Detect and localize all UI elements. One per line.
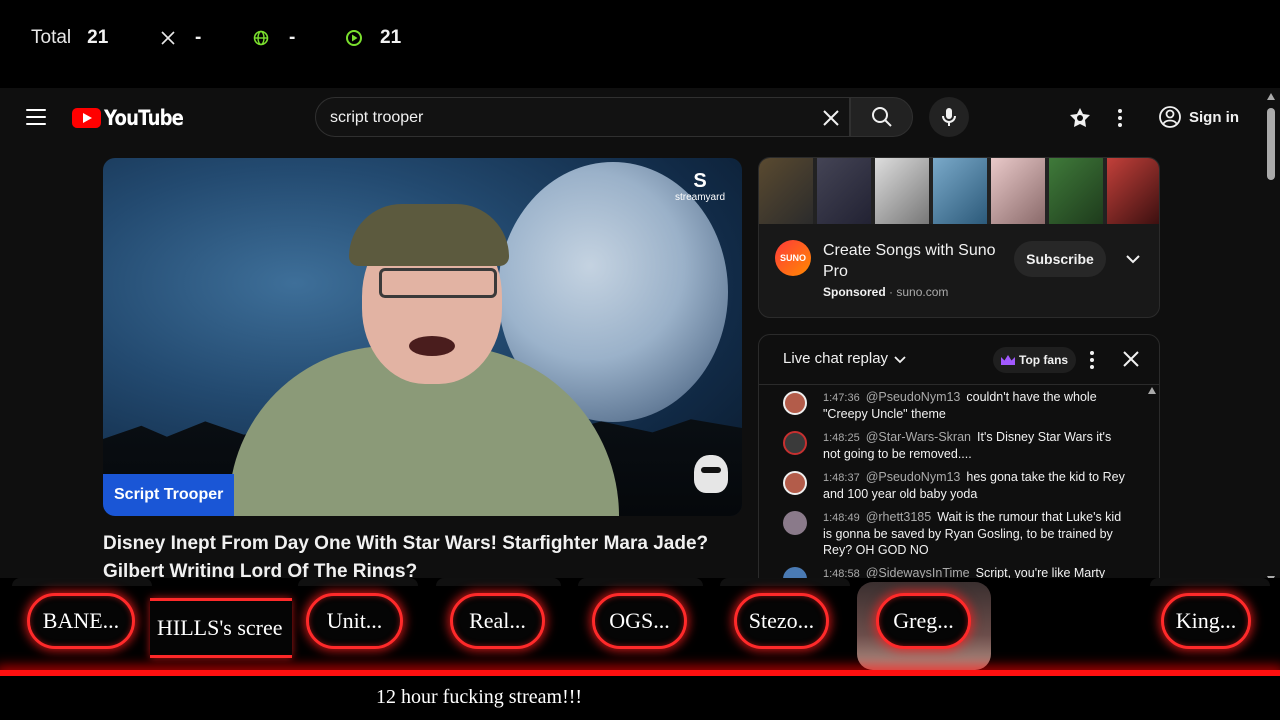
create-icon[interactable]	[1068, 106, 1092, 130]
guest-plate-real: Real...	[450, 593, 545, 649]
message-author[interactable]: @rhett3185	[866, 510, 932, 524]
total-value: 21	[87, 27, 109, 48]
message-time: 1:47:36	[823, 392, 860, 404]
live-chat-panel: Live chat replay Top fans 1:47:36 @Pseudo…	[758, 334, 1160, 588]
scroll-up-icon[interactable]	[1148, 387, 1156, 394]
chat-message[interactable]: 1:48:37 @PseudoNym13 hes gona take the kid…	[759, 469, 1149, 509]
message-author[interactable]: @Star-Wars-Skran	[866, 430, 971, 444]
suno-logo[interactable]: SUNO	[775, 240, 811, 276]
account-icon	[1159, 106, 1181, 128]
guest-plate-stezo: Stezo...	[734, 593, 829, 649]
streamer-figure	[229, 186, 619, 516]
scroll-up-icon[interactable]	[1267, 93, 1275, 100]
top-fans-badge[interactable]: Top fans	[993, 347, 1077, 373]
page-scrollbar[interactable]	[1262, 88, 1280, 588]
web-viewers: -	[253, 26, 295, 50]
sign-in-label: Sign in	[1189, 108, 1239, 126]
avatar[interactable]	[783, 391, 807, 415]
plate-tab	[720, 578, 850, 586]
viewer-stats-bar: Total 21 - - 21	[0, 0, 1280, 88]
guest-plates-strip: BANE... HILLS's scree Unit... Real... OG…	[0, 578, 1280, 676]
channel-name-badge: Script Trooper	[103, 474, 235, 516]
subscribe-button[interactable]: Subscribe	[1014, 241, 1106, 277]
stormtrooper-helmet-icon	[694, 455, 728, 493]
message-time: 1:48:25	[823, 432, 860, 444]
ad-domain: · suno.com	[889, 285, 949, 299]
plate-tab	[436, 578, 561, 586]
search-input[interactable]	[330, 107, 800, 129]
chevron-down-icon	[894, 355, 906, 363]
sponsored-ad-card[interactable]: SUNO Create Songs with Suno Pro Sponsore…	[758, 157, 1160, 318]
chat-message[interactable]: 1:48:49 @rhett3185 Wait is the rumour that…	[759, 509, 1149, 565]
video-player[interactable]: S streamyard Script Trooper	[103, 158, 742, 516]
chat-message[interactable]: 1:48:25 @Star-Wars-Skran It's Disney Star …	[759, 429, 1149, 469]
message-author[interactable]: @PseudoNym13	[866, 390, 961, 404]
search-icon	[872, 107, 892, 127]
menu-icon[interactable]	[26, 109, 46, 125]
stream-viewers: 21	[346, 26, 401, 50]
x-viewers: -	[161, 26, 201, 50]
search-box	[315, 97, 850, 137]
youtube-logo-text: YouTube	[104, 106, 184, 130]
crown-icon	[1001, 355, 1015, 365]
chat-menu-icon[interactable]	[1084, 349, 1100, 371]
guest-plate-king: King...	[1161, 593, 1251, 649]
youtube-page: YouTube Sign in	[0, 88, 1280, 588]
search-button[interactable]	[850, 97, 913, 137]
avatar[interactable]	[783, 511, 807, 535]
chat-message[interactable]: 1:47:36 @PseudoNym13 couldn't have the who…	[759, 389, 1149, 429]
total-label: Total	[31, 27, 72, 48]
web-value: -	[289, 27, 296, 48]
plate-tab	[12, 578, 152, 586]
avatar[interactable]	[783, 431, 807, 455]
play-value: 21	[380, 27, 402, 48]
play-icon	[346, 30, 362, 46]
chat-message-list: 1:47:36 @PseudoNym13 couldn't have the who…	[759, 389, 1149, 588]
message-time: 1:48:37	[823, 472, 860, 484]
guest-plate-unit: Unit...	[306, 593, 403, 649]
sign-in-button[interactable]: Sign in	[1158, 105, 1239, 129]
clear-search-icon[interactable]	[821, 108, 841, 128]
guest-plate-greg: Greg...	[876, 593, 971, 649]
close-icon[interactable]	[1122, 350, 1140, 368]
plate-tab	[1150, 578, 1270, 586]
microphone-icon	[942, 108, 956, 126]
settings-menu-icon[interactable]	[1110, 106, 1130, 130]
streamyard-logo-icon: S	[693, 170, 707, 192]
guest-plate-ogs: OGS...	[592, 593, 687, 649]
ad-meta: Sponsored · suno.com	[823, 285, 948, 299]
scroll-thumb[interactable]	[1267, 108, 1275, 180]
youtube-header: YouTube Sign in	[0, 88, 1262, 146]
total-viewers: Total 21	[31, 26, 108, 50]
message-time: 1:48:49	[823, 512, 860, 524]
guest-plate-hills: HILLS's scree	[150, 598, 292, 658]
sponsored-label: Sponsored	[823, 285, 886, 299]
avatar[interactable]	[783, 471, 807, 495]
message-author[interactable]: @PseudoNym13	[866, 470, 961, 484]
streamyard-text: streamyard	[674, 192, 725, 203]
chevron-down-icon[interactable]	[1125, 251, 1141, 267]
stream-overlay: Total 21 - - 21 YouTube script trooper S…	[0, 0, 1280, 720]
ad-title[interactable]: Create Songs with Suno Pro	[823, 240, 1008, 282]
youtube-logo[interactable]: YouTube	[72, 106, 196, 130]
voice-search-button[interactable]	[929, 97, 969, 137]
globe-icon	[253, 30, 269, 46]
ad-banner-image[interactable]	[759, 158, 1159, 224]
chat-header: Live chat replay Top fans	[759, 335, 1159, 385]
x-logo-icon	[161, 31, 175, 45]
youtube-play-icon	[72, 108, 101, 128]
ticker-bar: 12 hour fucking stream!!!	[0, 676, 1280, 720]
top-fans-label: Top fans	[1019, 353, 1069, 367]
streamyard-watermark: S streamyard	[669, 170, 731, 203]
guest-plate-bane: BANE...	[27, 593, 135, 649]
ticker-text: 12 hour fucking stream!!!	[376, 686, 583, 708]
plate-tab	[578, 578, 703, 586]
chat-title: Live chat replay	[783, 350, 889, 367]
x-value: -	[195, 27, 202, 48]
chat-mode-selector[interactable]: Live chat replay	[783, 350, 906, 367]
plate-tab	[298, 578, 418, 586]
